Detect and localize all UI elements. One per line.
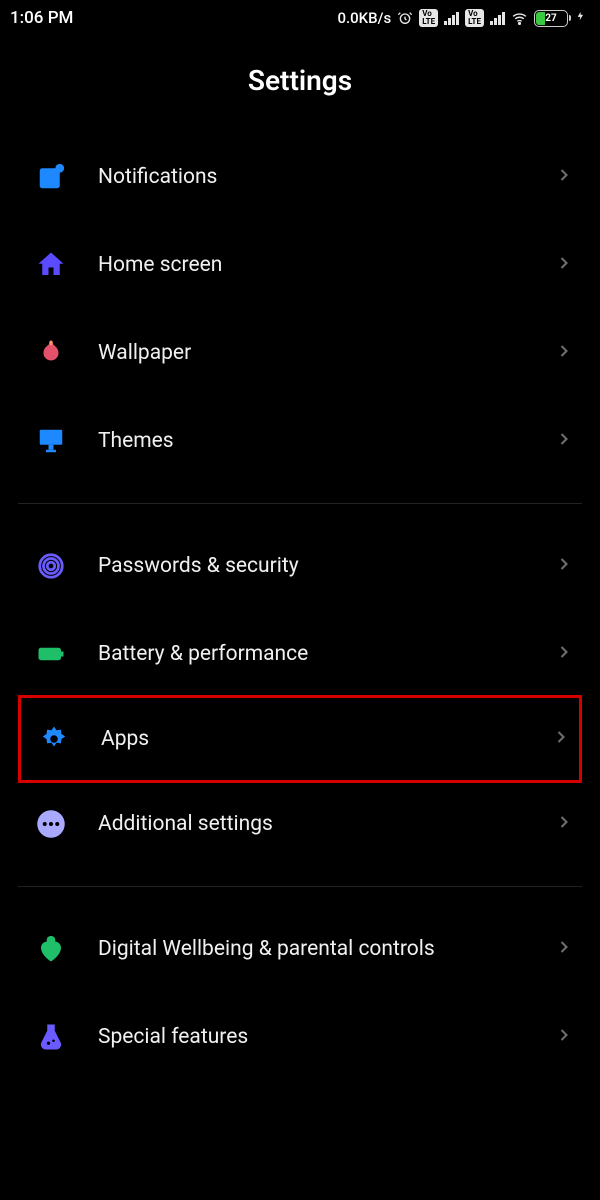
chevron-right-icon bbox=[554, 642, 574, 666]
charging-icon bbox=[576, 8, 586, 28]
page-title: Settings bbox=[0, 36, 600, 133]
row-label: Additional settings bbox=[98, 811, 554, 837]
chevron-right-icon bbox=[554, 554, 574, 578]
battery-fill bbox=[536, 12, 545, 25]
clock: 1:06 PM bbox=[10, 8, 73, 28]
row-home-screen[interactable]: Home screen bbox=[18, 221, 582, 309]
chevron-right-icon bbox=[554, 165, 574, 189]
row-label: Special features bbox=[98, 1024, 554, 1050]
row-label: Home screen bbox=[98, 252, 554, 278]
chevron-right-icon bbox=[554, 253, 574, 277]
row-label: Themes bbox=[98, 428, 554, 454]
status-bar: 1:06 PM 0.0KB/s VoLTE VoLTE 27 bbox=[0, 0, 600, 36]
status-left: 1:06 PM bbox=[10, 8, 73, 28]
row-battery-performance[interactable]: Battery & performance bbox=[18, 610, 582, 698]
row-additional-settings[interactable]: Additional settings bbox=[18, 780, 582, 868]
flask-icon bbox=[26, 1022, 98, 1052]
row-passwords-security[interactable]: Passwords & security bbox=[18, 522, 582, 610]
volte-icon-1: VoLTE bbox=[419, 9, 438, 27]
fingerprint-icon bbox=[26, 551, 98, 581]
battery-icon bbox=[26, 639, 98, 669]
wallpaper-icon bbox=[26, 338, 98, 368]
divider bbox=[18, 886, 582, 887]
row-label: Apps bbox=[101, 726, 551, 752]
themes-icon bbox=[26, 426, 98, 456]
settings-group-2: Passwords & security Battery & performan… bbox=[0, 522, 600, 868]
chevron-right-icon bbox=[551, 727, 571, 751]
chevron-right-icon bbox=[554, 341, 574, 365]
row-wallpaper[interactable]: Wallpaper bbox=[18, 309, 582, 397]
row-label: Passwords & security bbox=[98, 553, 554, 579]
heart-icon bbox=[26, 934, 98, 964]
row-label: Digital Wellbeing & parental controls bbox=[98, 936, 554, 962]
settings-group-1: Notifications Home screen Wallpaper Them… bbox=[0, 133, 600, 485]
settings-group-3: Digital Wellbeing & parental controls Sp… bbox=[0, 905, 600, 1081]
chevron-right-icon bbox=[554, 429, 574, 453]
row-apps[interactable]: Apps bbox=[18, 695, 582, 783]
battery-indicator: 27 bbox=[534, 10, 568, 27]
signal-icon-1 bbox=[444, 11, 459, 25]
row-digital-wellbeing[interactable]: Digital Wellbeing & parental controls bbox=[18, 905, 582, 993]
wifi-icon bbox=[511, 10, 528, 27]
row-label: Wallpaper bbox=[98, 340, 554, 366]
notifications-icon bbox=[26, 162, 98, 192]
status-right: 0.0KB/s VoLTE VoLTE 27 bbox=[337, 8, 586, 28]
row-special-features[interactable]: Special features bbox=[18, 993, 582, 1081]
home-icon bbox=[26, 250, 98, 280]
chevron-right-icon bbox=[554, 1025, 574, 1049]
volte-icon-2: VoLTE bbox=[465, 9, 484, 27]
net-speed: 0.0KB/s bbox=[337, 9, 391, 27]
row-label: Battery & performance bbox=[98, 641, 554, 667]
row-notifications[interactable]: Notifications bbox=[18, 133, 582, 221]
ellipsis-icon bbox=[26, 809, 98, 839]
chevron-right-icon bbox=[554, 937, 574, 961]
battery-percent: 27 bbox=[545, 13, 556, 24]
divider bbox=[18, 503, 582, 504]
row-label: Notifications bbox=[98, 164, 554, 190]
chevron-right-icon bbox=[554, 812, 574, 836]
gear-icon bbox=[29, 724, 101, 754]
alarm-icon bbox=[397, 10, 413, 26]
row-themes[interactable]: Themes bbox=[18, 397, 582, 485]
signal-icon-2 bbox=[490, 11, 505, 25]
